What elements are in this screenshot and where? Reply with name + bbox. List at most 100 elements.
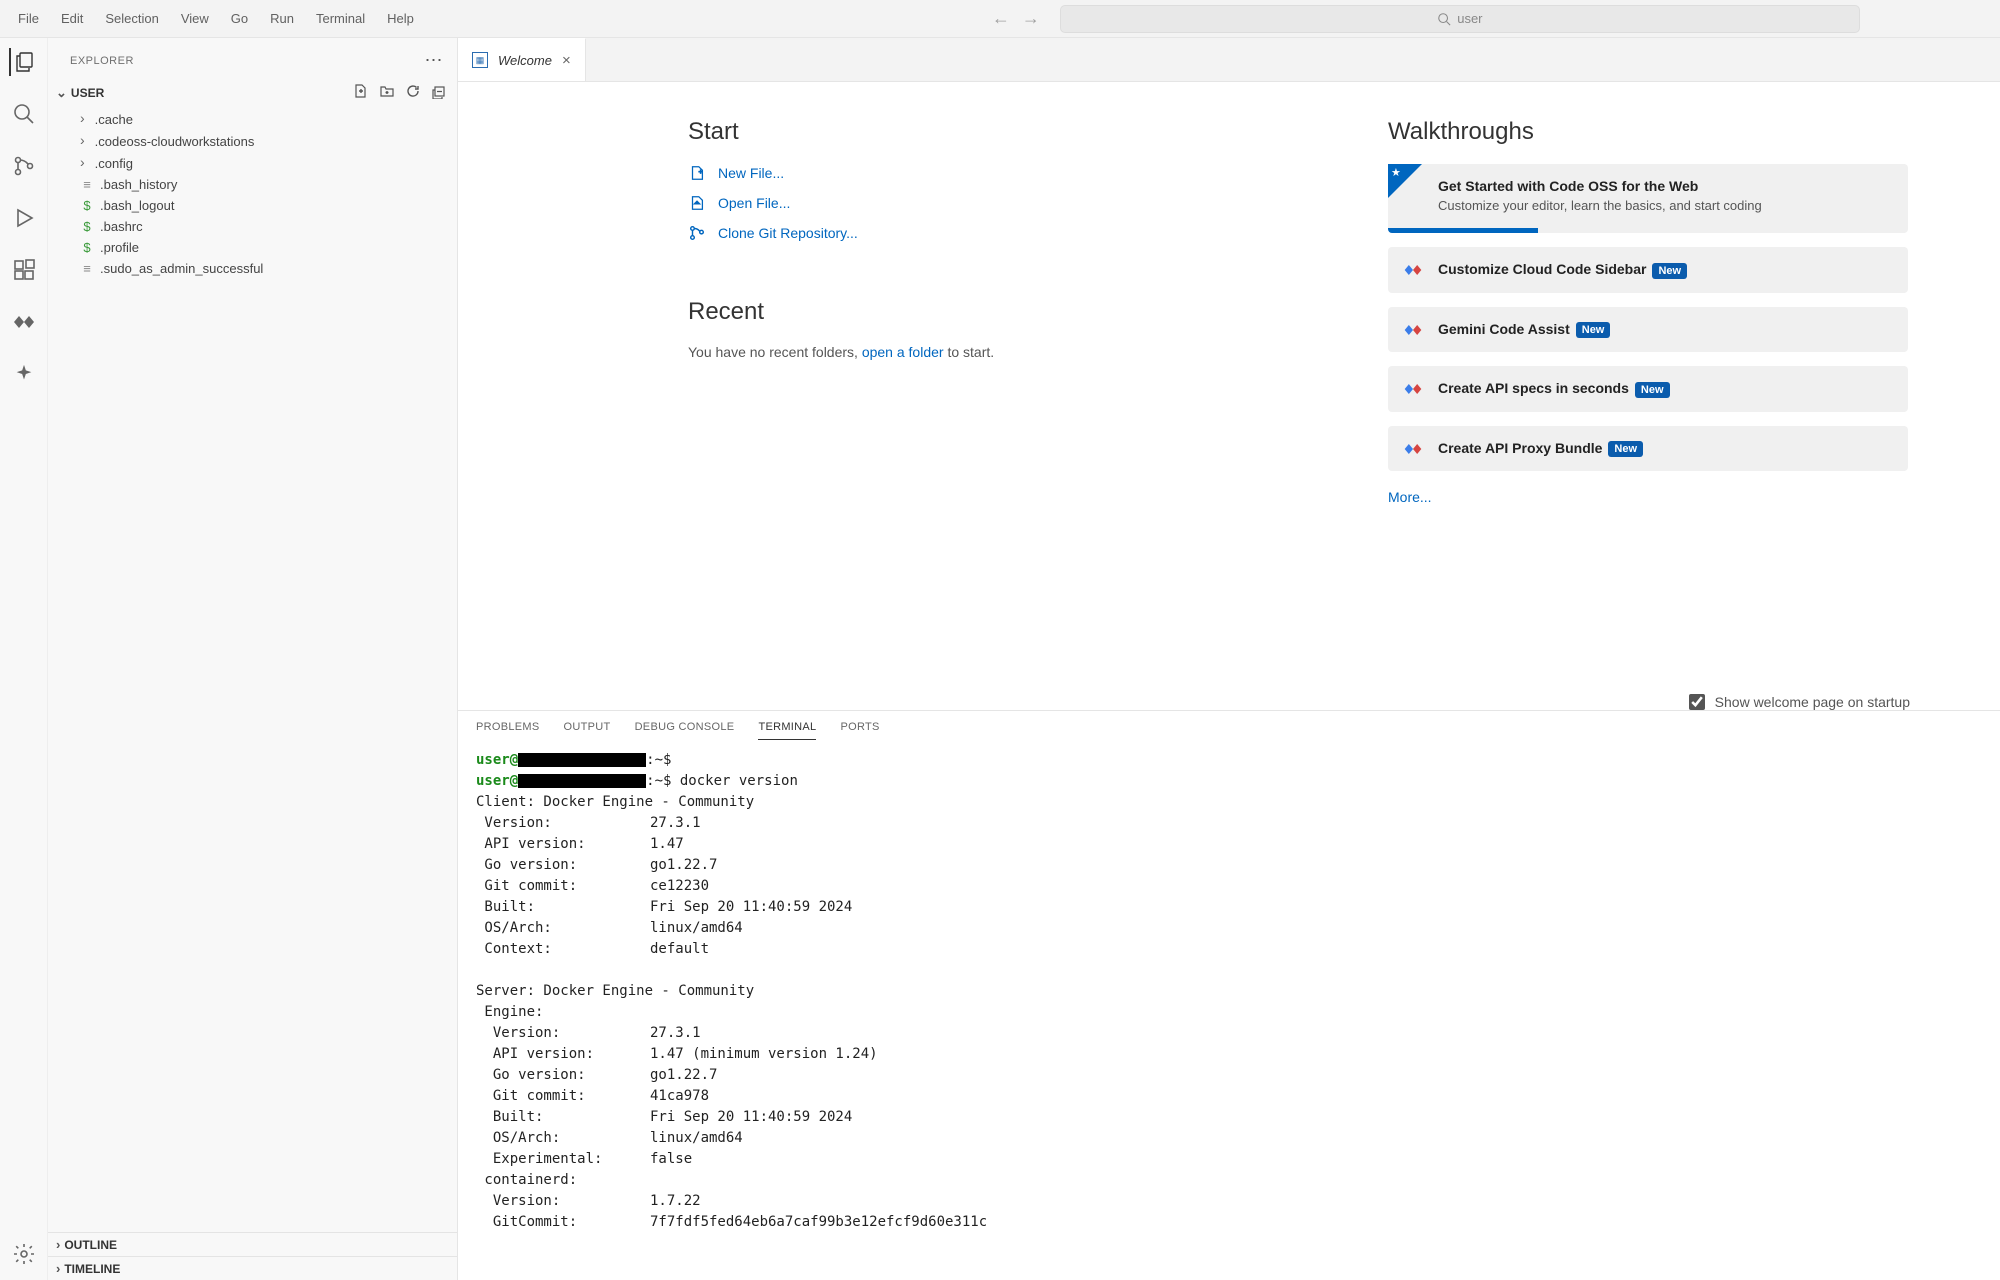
recent-empty-text: You have no recent folders, open a folde…: [688, 344, 1328, 360]
menu-help[interactable]: Help: [377, 5, 424, 32]
walkthrough-title: Create API specs in seconds: [1438, 380, 1629, 396]
extensions-icon[interactable]: [10, 256, 38, 284]
walkthrough-card[interactable]: Create API Proxy Bundle New: [1388, 426, 1908, 472]
shell-icon: $: [80, 198, 94, 213]
settings-gear-icon[interactable]: [10, 1240, 38, 1268]
walkthrough-title: Gemini Code Assist: [1438, 321, 1570, 337]
menu-view[interactable]: View: [171, 5, 219, 32]
tree-file[interactable]: $.bash_logout: [58, 195, 457, 216]
file-tree: .cache .codeoss-cloudworkstations .confi…: [48, 106, 457, 287]
star-badge-icon: [1388, 164, 1422, 198]
welcome-tab-icon: ▦: [472, 52, 488, 68]
tab-welcome[interactable]: ▦ Welcome ×: [458, 38, 586, 81]
sidebar-more-icon[interactable]: ⋯: [425, 50, 444, 71]
title-bar: File Edit Selection View Go Run Terminal…: [0, 0, 2000, 38]
cloud-code-icon: [1402, 259, 1424, 281]
more-walkthroughs-link[interactable]: More...: [1388, 489, 1908, 505]
nav-back-icon[interactable]: ←: [992, 8, 1010, 29]
walkthrough-card[interactable]: Customize Cloud Code Sidebar New: [1388, 247, 1908, 293]
cloud-code-icon: [1402, 378, 1424, 400]
welcome-page: Start New File... Open File... Clone Git…: [458, 82, 2000, 664]
new-badge: New: [1576, 322, 1611, 338]
menu-selection[interactable]: Selection: [95, 5, 168, 32]
refresh-icon[interactable]: [405, 83, 421, 102]
walkthrough-title: Customize Cloud Code Sidebar: [1438, 261, 1646, 277]
new-file-action[interactable]: New File...: [688, 164, 1328, 182]
search-placeholder: user: [1457, 11, 1482, 26]
chevron-right-icon: ›: [56, 1261, 60, 1276]
explorer-sidebar: EXPLORER ⋯ ⌄ USER .cache .codeoss-cloudw…: [48, 38, 458, 1280]
tree-folder[interactable]: .cache: [58, 108, 457, 130]
sparkle-icon[interactable]: [10, 360, 38, 388]
open-file-action[interactable]: Open File...: [688, 194, 1328, 212]
startup-checkbox-row: Show welcome page on startup: [458, 694, 1910, 710]
show-welcome-label: Show welcome page on startup: [1715, 694, 1910, 710]
menu-run[interactable]: Run: [260, 5, 304, 32]
collapse-all-icon[interactable]: [431, 83, 447, 102]
walkthrough-card[interactable]: Create API specs in seconds New: [1388, 366, 1908, 412]
sidebar-title: EXPLORER: [70, 55, 134, 67]
new-file-icon[interactable]: [353, 83, 369, 102]
walkthrough-title: Get Started with Code OSS for the Web: [1438, 178, 1698, 194]
panel-tab-output[interactable]: OUTPUT: [564, 721, 611, 740]
cloud-code-icon: [1402, 438, 1424, 460]
menu-go[interactable]: Go: [221, 5, 258, 32]
tree-file[interactable]: ≡.bash_history: [58, 174, 457, 195]
tree-folder[interactable]: .config: [58, 152, 457, 174]
open-file-icon: [688, 194, 706, 212]
new-badge: New: [1652, 263, 1687, 279]
editor-tabs: ▦ Welcome ×: [458, 38, 2000, 82]
explorer-icon[interactable]: [9, 48, 37, 76]
search-activity-icon[interactable]: [10, 100, 38, 128]
cloud-code-icon: [1402, 319, 1424, 341]
recent-heading: Recent: [688, 298, 1328, 326]
panel-tab-problems[interactable]: PROBLEMS: [476, 721, 540, 740]
tree-folder[interactable]: .codeoss-cloudworkstations: [58, 130, 457, 152]
nav-forward-icon[interactable]: →: [1022, 8, 1040, 29]
terminal-output[interactable]: user@:~$ user@:~$ docker versionClient: …: [458, 740, 2000, 1280]
tree-file[interactable]: $.bashrc: [58, 216, 457, 237]
walkthrough-card[interactable]: Gemini Code Assist New: [1388, 307, 1908, 353]
root-folder-name: USER: [71, 86, 104, 100]
panel-tabs: PROBLEMS OUTPUT DEBUG CONSOLE TERMINAL P…: [458, 711, 2000, 740]
tree-file[interactable]: $.profile: [58, 237, 457, 258]
panel-tab-ports[interactable]: PORTS: [840, 721, 879, 740]
tree-file[interactable]: ≡.sudo_as_admin_successful: [58, 258, 457, 279]
walkthroughs-heading: Walkthroughs: [1388, 118, 1908, 146]
shell-icon: $: [80, 219, 94, 234]
start-heading: Start: [688, 118, 1328, 146]
panel-tab-debug[interactable]: DEBUG CONSOLE: [635, 721, 735, 740]
close-icon[interactable]: ×: [562, 52, 571, 69]
panel-tab-terminal[interactable]: TERMINAL: [758, 721, 816, 740]
run-debug-icon[interactable]: [10, 204, 38, 232]
new-badge: New: [1635, 382, 1670, 398]
menu-edit[interactable]: Edit: [51, 5, 93, 32]
bottom-panel: PROBLEMS OUTPUT DEBUG CONSOLE TERMINAL P…: [458, 710, 2000, 1280]
chevron-down-icon: ⌄: [56, 85, 67, 101]
file-icon: ≡: [80, 177, 94, 192]
activity-bar: [0, 38, 48, 1280]
new-folder-icon[interactable]: [379, 83, 395, 102]
git-branch-icon: [688, 224, 706, 242]
editor-area: ▦ Welcome × Start New File... Open File.…: [458, 38, 2000, 1280]
open-folder-link[interactable]: open a folder: [862, 344, 944, 360]
tab-label: Welcome: [498, 53, 552, 68]
outline-section[interactable]: ›OUTLINE: [48, 1232, 457, 1256]
new-file-icon: [688, 164, 706, 182]
search-icon: [1437, 12, 1451, 26]
walkthrough-subtitle: Customize your editor, learn the basics,…: [1438, 198, 1892, 213]
command-center-search[interactable]: user: [1060, 5, 1860, 33]
menubar: File Edit Selection View Go Run Terminal…: [0, 5, 432, 32]
walkthrough-title: Create API Proxy Bundle: [1438, 440, 1602, 456]
menu-file[interactable]: File: [8, 5, 49, 32]
shell-icon: $: [80, 240, 94, 255]
clone-repo-action[interactable]: Clone Git Repository...: [688, 224, 1328, 242]
new-badge: New: [1608, 441, 1643, 457]
folder-root-header[interactable]: ⌄ USER: [48, 79, 457, 106]
show-welcome-checkbox[interactable]: [1689, 694, 1705, 710]
walkthrough-card[interactable]: Get Started with Code OSS for the Web Cu…: [1388, 164, 1908, 233]
timeline-section[interactable]: ›TIMELINE: [48, 1256, 457, 1280]
menu-terminal[interactable]: Terminal: [306, 5, 375, 32]
cloud-code-icon[interactable]: [10, 308, 38, 336]
source-control-icon[interactable]: [10, 152, 38, 180]
